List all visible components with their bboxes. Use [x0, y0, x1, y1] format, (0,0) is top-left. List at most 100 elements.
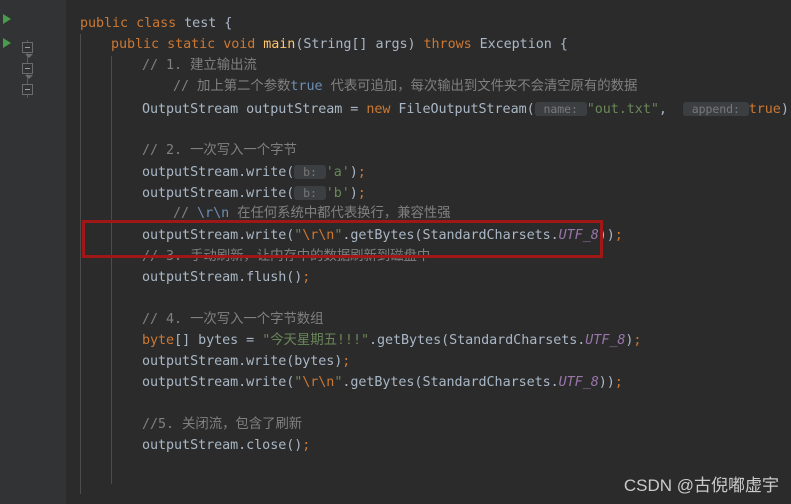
code-token: \r\n [302, 228, 335, 243]
code-token: Exception { [471, 37, 568, 52]
code-token: static [167, 37, 216, 52]
code-token: true [748, 102, 781, 117]
code-token: outputStream.write( [142, 186, 295, 201]
code-token: byte [142, 333, 175, 348]
code-line: public class test { [80, 14, 232, 34]
code-token: new [366, 102, 391, 117]
code-line: // \r\n 在任何系统中都代表换行，兼容性强 [173, 204, 451, 224]
run-main-icon[interactable] [3, 38, 11, 48]
code-line: outputStream.write(bytes); [142, 352, 350, 372]
code-token: 在任何系统中都代表换行，兼容性强 [229, 206, 451, 221]
parameter-hint: append: [682, 102, 749, 116]
fold-end-arrow-icon [25, 75, 33, 79]
code-line: // 3. 手动刷新，让内存中的数据刷新到磁盘中 [142, 247, 430, 267]
code-token: (String[] args) [295, 37, 424, 52]
editor-gutter[interactable] [0, 0, 66, 504]
code-token: ; [342, 354, 351, 369]
code-line: // 2. 一次写入一个字节 [142, 141, 297, 161]
code-token: ; [633, 333, 642, 348]
code-token: void [223, 37, 256, 52]
code-token: true [290, 79, 323, 94]
code-token: ) [349, 165, 358, 180]
code-editor[interactable]: public class test {public static void ma… [0, 0, 791, 504]
code-token: UTF_8 [558, 375, 599, 390]
code-token: ) [349, 186, 358, 201]
code-token: // [173, 206, 198, 221]
code-line-list: public class test {public static void ma… [66, 0, 791, 504]
parameter-hint: b: [294, 165, 326, 179]
fold-end-arrow-icon [25, 54, 33, 58]
code-token: main [263, 37, 296, 52]
code-token: "out.txt" [586, 102, 659, 117]
code-token: 'a' [325, 165, 350, 180]
run-class-icon[interactable] [3, 14, 11, 24]
code-canvas[interactable]: public class test {public static void ma… [66, 0, 791, 504]
code-token: )) [598, 228, 615, 243]
code-token: // 3. 手动刷新，让内存中的数据刷新到磁盘中 [142, 249, 431, 264]
code-token: //5. 关闭流，包含了刷新 [142, 417, 303, 432]
code-token: // 1. 建立输出流 [142, 58, 257, 73]
code-line: //5. 关闭流，包含了刷新 [142, 415, 302, 435]
code-token: ; [302, 438, 311, 453]
code-line: // 4. 一次写入一个字节数组 [142, 310, 324, 330]
code-token: ; [357, 186, 366, 201]
code-line: // 加上第二个参数true 代表可追加，每次输出到文件夹不会清空原有的数据 [173, 77, 637, 97]
code-token: outputStream.write( [142, 228, 295, 243]
csdn-watermark: CSDN @古倪嘟虚宇 [623, 476, 779, 495]
code-token: outputStream.write( [142, 165, 295, 180]
code-token: , [658, 102, 683, 117]
code-token: // 加上第二个参数 [173, 79, 291, 94]
code-line: byte[] bytes = "今天星期五!!!".getBytes(Stand… [142, 331, 641, 351]
fold-collapse-icon[interactable] [22, 42, 33, 53]
code-token: ; [614, 375, 623, 390]
code-token: public [111, 37, 160, 52]
code-line: public static void main(String[] args) t… [111, 35, 568, 55]
code-token: \r\n [197, 206, 230, 221]
code-token: class [136, 16, 177, 31]
code-token: [] bytes = [174, 333, 263, 348]
code-token: ; [302, 270, 311, 285]
code-token: UTF_8 [585, 333, 626, 348]
code-token: "今天星期五!!!" [262, 333, 369, 348]
code-token: )) [598, 375, 615, 390]
code-line: outputStream.write("\r\n".getBytes(Stand… [142, 373, 623, 393]
code-token: .getBytes(StandardCharsets. [342, 228, 559, 243]
code-token: outputStream.write(bytes) [142, 354, 343, 369]
code-token: public [80, 16, 129, 31]
code-token: OutputStream outputStream = [142, 102, 367, 117]
code-line: outputStream.write("\r\n".getBytes(Stand… [142, 226, 623, 246]
code-token: \r\n [302, 375, 335, 390]
fold-collapse-icon[interactable] [22, 84, 33, 95]
code-token: ) [780, 102, 789, 117]
code-token: throws [423, 37, 472, 52]
code-token: ; [357, 165, 366, 180]
code-token: .getBytes(StandardCharsets. [342, 375, 559, 390]
code-token: // 2. 一次写入一个字节 [142, 143, 297, 158]
code-line: OutputStream outputStream = new FileOutp… [142, 99, 791, 119]
code-line: outputStream.flush(); [142, 268, 310, 288]
code-token: outputStream.close() [142, 438, 303, 453]
gutter-icon-group [0, 0, 66, 504]
code-line: outputStream.write( b: 'b'); [142, 183, 366, 203]
code-line: outputStream.close(); [142, 436, 310, 456]
fold-collapse-icon[interactable] [22, 63, 33, 74]
code-token: .getBytes(StandardCharsets. [368, 333, 586, 348]
code-line: // 1. 建立输出流 [142, 56, 257, 76]
parameter-hint: name: [534, 102, 587, 116]
code-line: outputStream.write( b: 'a'); [142, 162, 366, 182]
code-token: ; [614, 228, 623, 243]
code-token: outputStream.write( [142, 375, 295, 390]
parameter-hint: b: [294, 186, 326, 200]
code-token: 'b' [325, 186, 350, 201]
code-token: UTF_8 [558, 228, 599, 243]
code-token: { [216, 16, 233, 31]
code-token: FileOutputStream( [390, 102, 535, 117]
code-token: // 4. 一次写入一个字节数组 [142, 312, 324, 327]
code-token: outputStream.flush() [142, 270, 303, 285]
code-token: test [184, 16, 217, 31]
code-token: 代表可追加，每次输出到文件夹不会清空原有的数据 [322, 79, 638, 94]
